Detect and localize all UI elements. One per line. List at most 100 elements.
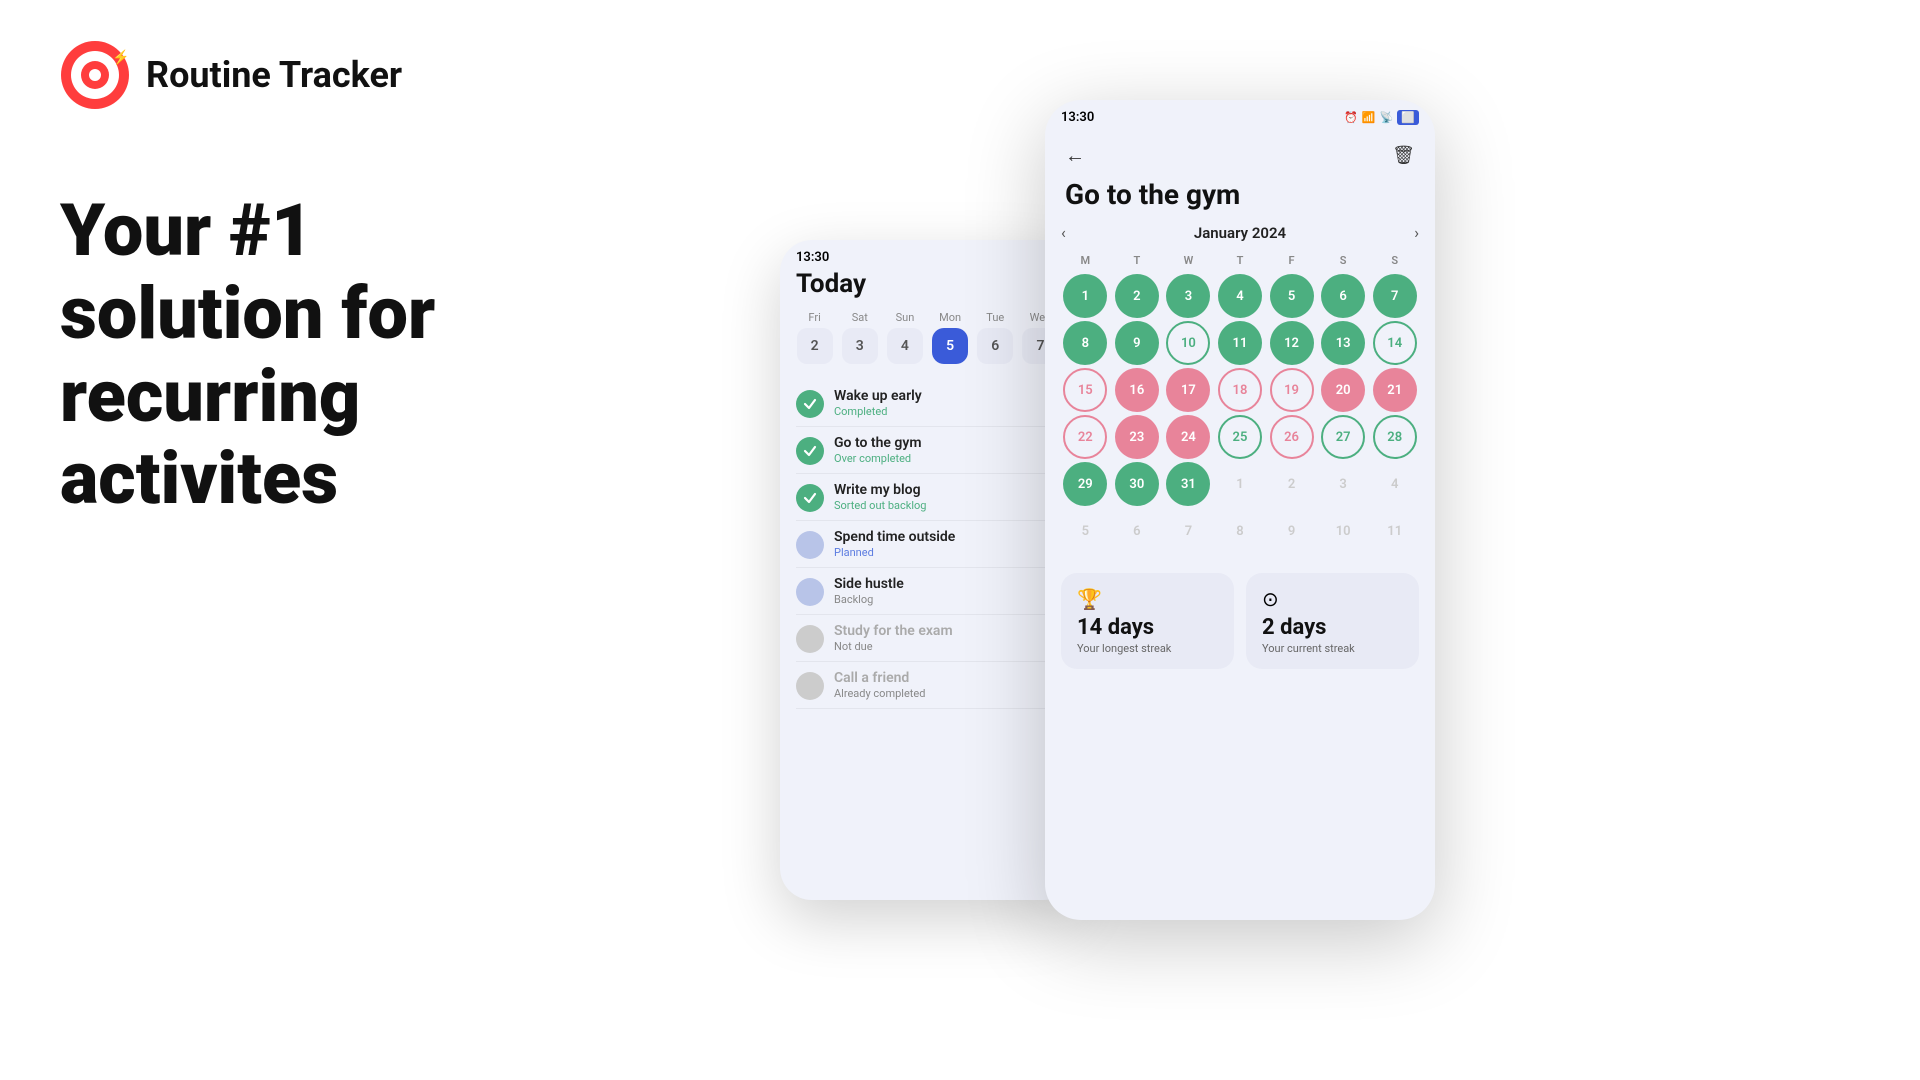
- task-info: Call a friend Already completed: [834, 670, 1059, 700]
- day-label: Sun: [896, 311, 915, 324]
- calendar-day[interactable]: 9: [1115, 321, 1159, 365]
- calendar-day: 6: [1115, 509, 1159, 553]
- calendar-grid: MTWTFSS123456789101112131415161718192021…: [1061, 250, 1419, 553]
- back-button[interactable]: ←: [1065, 143, 1085, 168]
- calendar-day: 3: [1321, 462, 1365, 506]
- calendar-day[interactable]: 7: [1373, 274, 1417, 318]
- task-item[interactable]: Side hustle Backlog: [796, 568, 1059, 615]
- calendar-section: ‹ January 2024 › MTWTFSS1234567891011121…: [1045, 223, 1435, 553]
- task-name: Write my blog: [834, 482, 1059, 498]
- calendar-day: 1: [1218, 462, 1262, 506]
- task-status: Already completed: [834, 687, 1059, 700]
- calendar-day[interactable]: 1: [1063, 274, 1107, 318]
- day-item[interactable]: Fri 2: [796, 311, 833, 364]
- calendar-day[interactable]: 30: [1115, 462, 1159, 506]
- task-item[interactable]: Call a friend Already completed: [796, 662, 1059, 709]
- app-logo-icon: ⚡: [60, 40, 130, 110]
- task-checkbox: [796, 437, 824, 465]
- task-status: Completed: [834, 405, 1059, 418]
- calendar-day[interactable]: 29: [1063, 462, 1107, 506]
- calendar-month: January 2024: [1194, 224, 1286, 242]
- calendar-day[interactable]: 4: [1218, 274, 1262, 318]
- day-number: 6: [977, 328, 1013, 364]
- calendar-day[interactable]: 28: [1373, 415, 1417, 459]
- longest-streak-card: 🏆 14 days Your longest streak: [1061, 573, 1234, 669]
- calendar-day: 11: [1373, 509, 1417, 553]
- calendar-day[interactable]: 20: [1321, 368, 1365, 412]
- task-item[interactable]: Study for the exam Not due: [796, 615, 1059, 662]
- task-info: Wake up early Completed: [834, 388, 1059, 418]
- day-number: 3: [842, 328, 878, 364]
- longest-streak-days: 14 days: [1077, 615, 1218, 640]
- calendar-day[interactable]: 8: [1063, 321, 1107, 365]
- task-name: Study for the exam: [834, 623, 1059, 639]
- calendar-day[interactable]: 10: [1166, 321, 1210, 365]
- current-streak-card: ⊙ 2 days Your current streak: [1246, 573, 1419, 669]
- task-name: Wake up early: [834, 388, 1059, 404]
- phones-area: 13:30 ⏰ Today Fri 2 Sat 3 Sun 4 Mon 5 Tu…: [760, 160, 1920, 920]
- day-item[interactable]: Tue 6: [977, 311, 1014, 364]
- battery-icon: ⬜: [1397, 110, 1419, 125]
- delete-button[interactable]: 🗑: [1392, 145, 1415, 166]
- hero-text: Your #1 solution for recurring activites: [60, 190, 700, 521]
- calendar-day[interactable]: 27: [1321, 415, 1365, 459]
- calendar-dow-header: S: [1370, 250, 1419, 271]
- calendar-day[interactable]: 15: [1063, 368, 1107, 412]
- calendar-day[interactable]: 18: [1218, 368, 1262, 412]
- calendar-day[interactable]: 24: [1166, 415, 1210, 459]
- task-list: Wake up early Completed Go to the gym Ov…: [796, 380, 1059, 709]
- phone2-nav-header: ← 🗑: [1045, 129, 1435, 178]
- calendar-dow-header: F: [1267, 250, 1316, 271]
- task-item[interactable]: Wake up early Completed: [796, 380, 1059, 427]
- calendar-day[interactable]: 22: [1063, 415, 1107, 459]
- calendar-day[interactable]: 17: [1166, 368, 1210, 412]
- calendar-day[interactable]: 16: [1115, 368, 1159, 412]
- task-info: Write my blog Sorted out backlog: [834, 482, 1059, 512]
- task-name: Side hustle: [834, 576, 1059, 592]
- task-status: Sorted out backlog: [834, 499, 1059, 512]
- current-streak-label: Your current streak: [1262, 642, 1403, 655]
- calendar-day[interactable]: 23: [1115, 415, 1159, 459]
- calendar-day[interactable]: 25: [1218, 415, 1262, 459]
- task-info: Spend time outside Planned: [834, 529, 1059, 559]
- task-checkbox: [796, 578, 824, 606]
- task-checkbox: [796, 625, 824, 653]
- task-item[interactable]: Write my blog Sorted out backlog: [796, 474, 1059, 521]
- calendar-day[interactable]: 6: [1321, 274, 1365, 318]
- day-label: Tue: [986, 311, 1004, 324]
- calendar-day[interactable]: 11: [1218, 321, 1262, 365]
- calendar-day[interactable]: 14: [1373, 321, 1417, 365]
- calendar-day[interactable]: 31: [1166, 462, 1210, 506]
- calendar-day[interactable]: 26: [1270, 415, 1314, 459]
- task-item[interactable]: Spend time outside Planned: [796, 521, 1059, 568]
- day-item[interactable]: Mon 5: [932, 311, 969, 364]
- calendar-day: 10: [1321, 509, 1365, 553]
- calendar-day: 4: [1373, 462, 1417, 506]
- streak-section: 🏆 14 days Your longest streak ⊙ 2 days Y…: [1045, 561, 1435, 681]
- calendar-day[interactable]: 21: [1373, 368, 1417, 412]
- phone2-status-bar: 13:30 ⏰ 📶 📡 ⬜: [1045, 100, 1435, 129]
- prev-month-button[interactable]: ‹: [1061, 223, 1066, 242]
- calendar-day[interactable]: 2: [1115, 274, 1159, 318]
- alarm-icon2: ⏰: [1344, 111, 1358, 124]
- next-month-button[interactable]: ›: [1414, 223, 1419, 242]
- phone1-status-bar: 13:30 ⏰: [780, 240, 1075, 269]
- day-number: 4: [887, 328, 923, 364]
- calendar-day[interactable]: 12: [1270, 321, 1314, 365]
- task-info: Study for the exam Not due: [834, 623, 1059, 653]
- task-name: Go to the gym: [834, 435, 1059, 451]
- calendar-day: 2: [1270, 462, 1314, 506]
- day-scroller[interactable]: Fri 2 Sat 3 Sun 4 Mon 5 Tue 6 Wed 7: [796, 311, 1059, 364]
- phone2-calendar: 13:30 ⏰ 📶 📡 ⬜ ← 🗑 Go to the gym ‹ Januar…: [1045, 100, 1435, 920]
- calendar-day[interactable]: 5: [1270, 274, 1314, 318]
- calendar-dow-header: S: [1319, 250, 1368, 271]
- day-item[interactable]: Sat 3: [841, 311, 878, 364]
- today-title: Today: [796, 269, 1059, 299]
- calendar-day[interactable]: 13: [1321, 321, 1365, 365]
- calendar-day[interactable]: 3: [1166, 274, 1210, 318]
- day-item[interactable]: Sun 4: [886, 311, 923, 364]
- gym-title: Go to the gym: [1045, 178, 1435, 223]
- task-item[interactable]: Go to the gym Over completed: [796, 427, 1059, 474]
- task-checkbox: [796, 672, 824, 700]
- calendar-day[interactable]: 19: [1270, 368, 1314, 412]
